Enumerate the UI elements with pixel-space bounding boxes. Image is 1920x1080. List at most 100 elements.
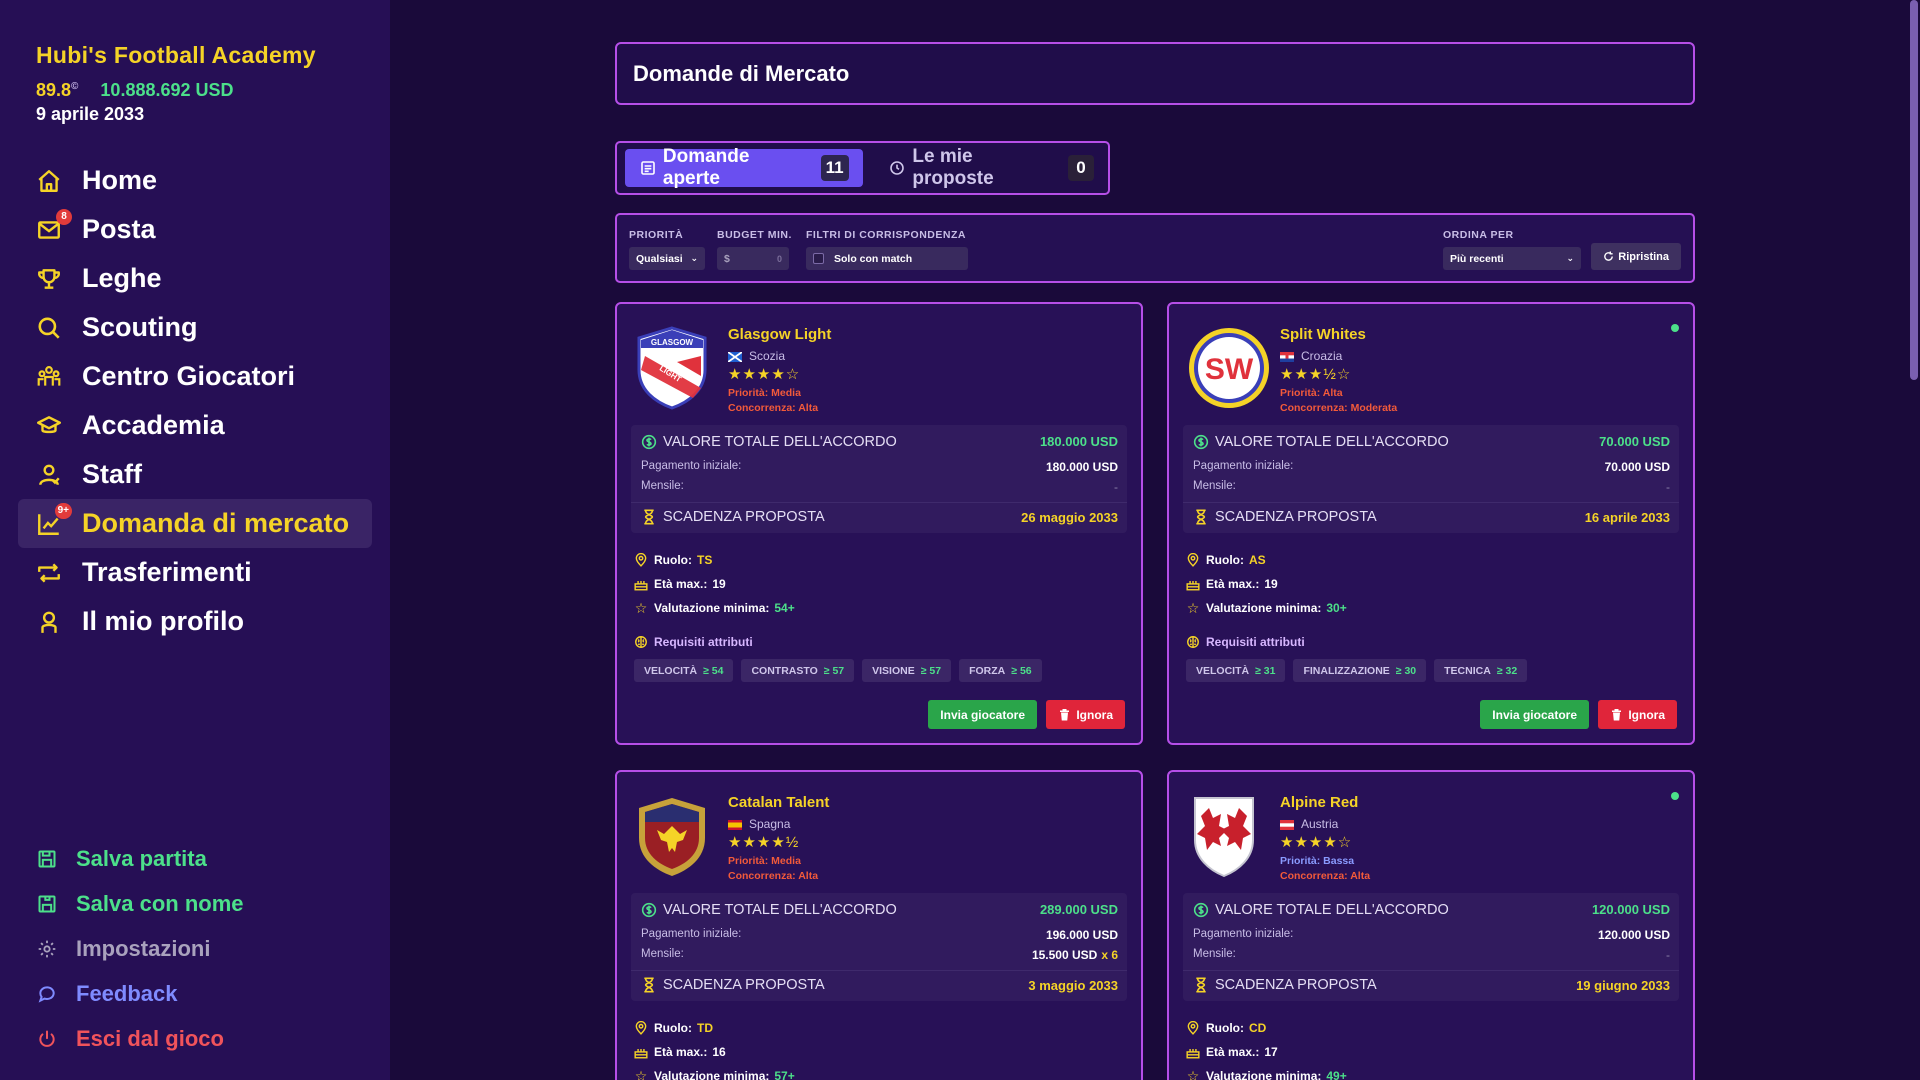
- club-crest: [635, 794, 709, 878]
- nav-label: Centro Giocatori: [82, 361, 296, 391]
- transfer-icon: [36, 560, 62, 586]
- attribute-requirements-title: Requisiti attributi: [1186, 635, 1305, 649]
- match-only-checkbox[interactable]: Solo con match: [806, 247, 968, 270]
- rating-requirement: ☆ Valutazione minima: 57+: [634, 1068, 795, 1080]
- nav-label: Il mio profilo: [82, 606, 244, 636]
- monthly-value: -: [1666, 948, 1670, 962]
- dollar-circle-icon: [1193, 434, 1209, 450]
- nav-label: Staff: [82, 459, 142, 489]
- club-country: Austria: [1280, 817, 1338, 831]
- star-icon: ☆: [1186, 1067, 1200, 1080]
- competition-text: Concorrenza: Alta: [728, 870, 819, 882]
- nav-item-il-mio-profilo[interactable]: Il mio profilo: [18, 597, 372, 646]
- svg-text:SW: SW: [1205, 353, 1254, 386]
- save-icon: [36, 848, 58, 870]
- club-balance: 10.888.692 USD: [100, 80, 234, 100]
- nav-item-staff[interactable]: Staff: [18, 450, 372, 499]
- upfront-label: Pagamento iniziale:: [641, 460, 742, 472]
- settings-button[interactable]: Impostazioni: [36, 926, 244, 971]
- tab-domande-aperte[interactable]: Domande aperte 11: [625, 146, 863, 189]
- filter-bar: PRIORITÀ Qualsiasi ⌄ BUDGET MIN. $0 FILTR…: [615, 213, 1695, 283]
- croatia-flag-icon: [1280, 351, 1294, 362]
- divider: [1183, 970, 1679, 971]
- scotland-flag-icon: [727, 351, 743, 363]
- nav-label: Trasferimenti: [82, 557, 252, 587]
- save-game-label: Salva partita: [76, 845, 207, 871]
- nav-label: Accademia: [82, 410, 225, 440]
- nav-label: Leghe: [82, 263, 162, 293]
- club-country: Scozia: [727, 349, 785, 363]
- club-crest: SW: [1187, 326, 1269, 410]
- nav-item-centro-giocatori[interactable]: Centro Giocatori: [18, 352, 372, 401]
- nav-label: Posta: [82, 214, 156, 244]
- search-icon: [36, 315, 62, 341]
- competition-text: Concorrenza: Alta: [728, 402, 819, 414]
- dollar-circle-icon: [1193, 902, 1209, 918]
- user-icon: [36, 609, 62, 635]
- competition-text: Concorrenza: Moderata: [1280, 402, 1398, 414]
- priority-select[interactable]: Qualsiasi ⌄: [629, 247, 705, 270]
- nav-item-accademia[interactable]: Accademia: [18, 401, 372, 450]
- ignore-button[interactable]: Ignora: [1598, 700, 1677, 729]
- exit-game-label: Esci dal gioco: [76, 1025, 224, 1051]
- nav-label: Scouting: [82, 312, 198, 342]
- attribute-requirements: VELOCITÀ ≥ 54 CONTRASTO ≥ 57 VISIONE ≥ 57 F…: [634, 659, 1050, 682]
- age-requirement: Età max.: 19: [634, 577, 726, 591]
- cake-icon: [1186, 577, 1200, 591]
- attribute-pill: FORZA ≥ 56: [959, 659, 1042, 682]
- hourglass-icon: [1193, 509, 1209, 525]
- hourglass-icon: [641, 977, 657, 993]
- club-crest: [1187, 794, 1261, 878]
- deal-summary: VALORE TOTALE DELL'ACCORDO 289.000 USD P…: [631, 893, 1127, 1001]
- trash-icon: [1610, 708, 1622, 721]
- location-pin-icon: [634, 1021, 648, 1035]
- attribute-pill: VELOCITÀ ≥ 54: [634, 659, 734, 682]
- page-scrollbar[interactable]: [1910, 0, 1918, 380]
- sort-select[interactable]: Più recenti ⌄: [1443, 247, 1581, 270]
- club-crest: GLASGOW LIGHT: [635, 326, 709, 410]
- attribute-requirements-title: Requisiti attributi: [634, 635, 753, 649]
- brain-icon: [1186, 635, 1200, 649]
- send-player-button[interactable]: Invia giocatore: [1480, 700, 1589, 729]
- nav-item-leghe[interactable]: Leghe: [18, 254, 372, 303]
- nav-item-home[interactable]: Home: [18, 156, 372, 205]
- club-rating-stars: ★★★★☆: [1280, 834, 1353, 851]
- upfront-label: Pagamento iniziale:: [641, 928, 742, 940]
- send-player-button[interactable]: Invia giocatore: [928, 700, 1037, 729]
- attribute-pill: VISIONE ≥ 57: [862, 659, 952, 682]
- feedback-button[interactable]: Feedback: [36, 971, 244, 1016]
- page-header: Domande di Mercato: [615, 42, 1695, 105]
- reset-filters-button[interactable]: Ripristina: [1591, 243, 1681, 270]
- nav-item-domanda-di-mercato[interactable]: 9+ Domanda di mercato: [18, 499, 372, 548]
- hourglass-icon: [641, 509, 657, 525]
- exit-game-button[interactable]: Esci dal gioco: [36, 1016, 244, 1061]
- upfront-value: 120.000 USD: [1597, 928, 1670, 942]
- role-requirement: Ruolo: TD: [634, 1021, 713, 1035]
- attribute-pill: VELOCITÀ ≥ 31: [1186, 659, 1286, 682]
- priority-text: Priorità: Bassa: [1280, 855, 1355, 867]
- tab-bar: Domande aperte 11 Le mie proposte 0: [615, 141, 1110, 195]
- hourglass-icon: [1193, 977, 1209, 993]
- spain-flag-icon: [728, 819, 742, 830]
- monthly-label: Mensile:: [641, 480, 684, 492]
- graduation-cap-icon: [36, 413, 62, 439]
- save-as-button[interactable]: Salva con nome: [36, 881, 244, 926]
- deal-summary: VALORE TOTALE DELL'ACCORDO 70.000 USD Pa…: [1183, 425, 1679, 533]
- notification-badge: 9+: [54, 502, 72, 519]
- save-as-label: Salva con nome: [76, 890, 244, 916]
- tab-le-mie-proposte[interactable]: Le mie proposte 0: [875, 146, 1108, 189]
- deal-total-label: VALORE TOTALE DELL'ACCORDO: [1193, 434, 1449, 450]
- chart-icon: 9+: [36, 502, 72, 537]
- monthly-label: Mensile:: [1193, 948, 1236, 960]
- svg-text:GLASGOW: GLASGOW: [651, 338, 694, 347]
- nav-item-scouting[interactable]: Scouting: [18, 303, 372, 352]
- budget-min-input[interactable]: $0: [717, 247, 789, 270]
- save-game-button[interactable]: Salva partita: [36, 836, 244, 881]
- club-name: Catalan Talent: [728, 794, 830, 811]
- nav-item-posta[interactable]: 8 Posta: [18, 205, 372, 254]
- cake-icon: [634, 577, 648, 591]
- deal-total-value: 120.000 USD: [1591, 902, 1670, 917]
- ignore-button[interactable]: Ignora: [1046, 700, 1125, 729]
- star-icon: ☆: [1186, 599, 1200, 616]
- nav-item-trasferimenti[interactable]: Trasferimenti: [18, 548, 372, 597]
